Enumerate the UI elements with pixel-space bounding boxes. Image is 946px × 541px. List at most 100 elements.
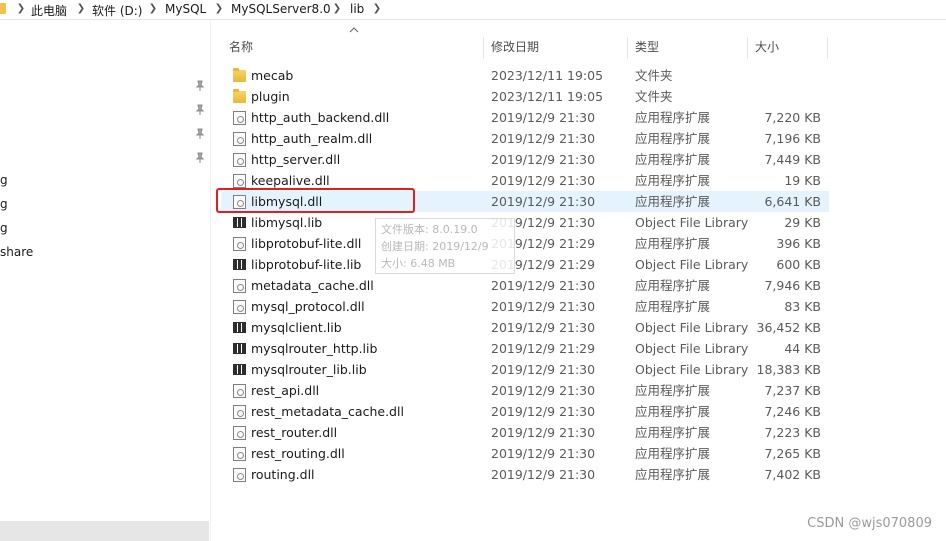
nav-item[interactable]: share bbox=[0, 245, 33, 259]
chevron-right-icon[interactable]: ❯ bbox=[372, 3, 382, 15]
dll-file-icon bbox=[233, 174, 246, 188]
file-date: 2019/12/9 21:30 bbox=[491, 131, 596, 146]
nav-item[interactable]: g bbox=[0, 221, 8, 235]
file-size: 29 KB bbox=[784, 215, 821, 230]
file-row[interactable]: mysqlrouter_http.lib 2019/12/9 21:29 Objec… bbox=[221, 338, 829, 359]
file-row[interactable]: libmysql.dll 2019/12/9 21:30 应用程序扩展 6,641 K… bbox=[221, 191, 829, 212]
lib-file-icon bbox=[233, 322, 246, 333]
dll-file-icon bbox=[233, 237, 246, 251]
file-date: 2019/12/9 21:30 bbox=[491, 425, 596, 440]
navigation-pane[interactable]: g g g share bbox=[0, 20, 211, 541]
file-type: Object File Library bbox=[635, 257, 749, 272]
file-row[interactable]: rest_router.dll 2019/12/9 21:30 应用程序扩展 7,22… bbox=[221, 422, 829, 443]
column-divider[interactable] bbox=[827, 37, 828, 59]
nav-item[interactable]: g bbox=[0, 197, 8, 211]
file-row[interactable]: http_server.dll 2019/12/9 21:30 应用程序扩展 7,44… bbox=[221, 149, 829, 170]
file-type: 应用程序扩展 bbox=[635, 152, 711, 167]
file-row[interactable]: rest_routing.dll 2019/12/9 21:30 应用程序扩展 7,2… bbox=[221, 443, 829, 464]
nav-selected-item[interactable] bbox=[0, 521, 209, 541]
nav-item[interactable]: g bbox=[0, 173, 8, 187]
file-date: 2019/12/9 21:30 bbox=[491, 173, 596, 188]
tooltip-version: 文件版本: 8.0.19.0 bbox=[381, 223, 478, 236]
breadcrumb-item-mysql[interactable]: MySQL bbox=[165, 2, 206, 16]
file-date: 2019/12/9 21:30 bbox=[491, 362, 596, 377]
file-type: 应用程序扩展 bbox=[635, 299, 711, 314]
pin-icon[interactable] bbox=[195, 104, 205, 116]
file-type: 应用程序扩展 bbox=[635, 278, 711, 293]
chevron-right-icon[interactable]: ❯ bbox=[214, 3, 224, 15]
file-size: 7,449 KB bbox=[764, 152, 821, 167]
file-type: Object File Library bbox=[635, 362, 749, 377]
file-size: 7,237 KB bbox=[764, 383, 821, 398]
file-type: 应用程序扩展 bbox=[635, 383, 711, 398]
file-size: 83 KB bbox=[784, 299, 821, 314]
file-size: 396 KB bbox=[776, 236, 821, 251]
file-type: 文件夹 bbox=[635, 89, 673, 104]
tooltip-size: 大小: 6.48 MB bbox=[381, 257, 456, 270]
address-bar[interactable]: ❯ 此电脑 ❯ 软件 (D:) ❯ MySQL ❯ MySQLServer8.0… bbox=[0, 0, 946, 20]
file-row[interactable]: routing.dll 2019/12/9 21:30 应用程序扩展 7,402 KB bbox=[221, 464, 829, 485]
file-date: 2019/12/9 21:30 bbox=[491, 194, 596, 209]
dll-file-icon bbox=[233, 153, 246, 167]
file-name: mysql_protocol.dll bbox=[251, 299, 365, 314]
file-type: 应用程序扩展 bbox=[635, 110, 711, 125]
file-type: 应用程序扩展 bbox=[635, 236, 711, 251]
file-name: mysqlrouter_http.lib bbox=[251, 341, 378, 356]
file-tooltip: 文件版本: 8.0.19.0 创建日期: 2019/12/9 大小: 6.48 … bbox=[375, 218, 515, 274]
file-name: rest_api.dll bbox=[251, 383, 320, 398]
file-size: 7,402 KB bbox=[764, 467, 821, 482]
pin-icon[interactable] bbox=[195, 128, 205, 140]
chevron-right-icon[interactable]: ❯ bbox=[332, 3, 342, 15]
file-name: metadata_cache.dll bbox=[251, 278, 374, 293]
dll-file-icon bbox=[233, 132, 246, 146]
file-type: Object File Library bbox=[635, 215, 749, 230]
file-row[interactable]: mysqlclient.lib 2019/12/9 21:30 Object Fil… bbox=[221, 317, 829, 338]
file-date: 2019/12/9 21:30 bbox=[491, 404, 596, 419]
file-date: 2019/12/9 21:30 bbox=[491, 110, 596, 125]
pin-icon[interactable] bbox=[195, 80, 205, 92]
file-name: plugin bbox=[251, 89, 290, 104]
file-row[interactable]: http_auth_backend.dll 2019/12/9 21:30 应用程序… bbox=[221, 107, 829, 128]
column-size[interactable]: 大小 bbox=[747, 33, 827, 61]
file-list: mecab 2023/12/11 19:05 文件夹 plugin 2023/12/11… bbox=[221, 65, 829, 485]
file-row[interactable]: plugin 2023/12/11 19:05 文件夹 bbox=[221, 86, 829, 107]
file-size: 600 KB bbox=[776, 257, 821, 272]
file-name: libprotobuf-lite.dll bbox=[251, 236, 362, 251]
file-date: 2019/12/9 21:30 bbox=[491, 467, 596, 482]
file-name: keepalive.dll bbox=[251, 173, 330, 188]
file-name: mysqlclient.lib bbox=[251, 320, 342, 335]
breadcrumb-item-drive-d[interactable]: 软件 (D:) bbox=[92, 2, 142, 19]
column-name[interactable]: 名称 bbox=[221, 33, 483, 61]
chevron-right-icon[interactable]: ❯ bbox=[76, 3, 86, 15]
file-row[interactable]: mysql_protocol.dll 2019/12/9 21:30 应用程序扩展 8… bbox=[221, 296, 829, 317]
column-date[interactable]: 修改日期 bbox=[483, 33, 627, 61]
file-row[interactable]: metadata_cache.dll 2019/12/9 21:30 应用程序扩展 7… bbox=[221, 275, 829, 296]
file-row[interactable]: libprotobuf-lite.lib 2019/12/9 21:29 Objec… bbox=[221, 254, 829, 275]
file-date: 2019/12/9 21:30 bbox=[491, 320, 596, 335]
file-name: routing.dll bbox=[251, 467, 315, 482]
file-name: libmysql.lib bbox=[251, 215, 323, 230]
file-row[interactable]: libprotobuf-lite.dll 2019/12/9 21:29 应用程序扩… bbox=[221, 233, 829, 254]
breadcrumb-item-this-pc[interactable]: 此电脑 bbox=[31, 2, 67, 19]
chevron-right-icon[interactable]: ❯ bbox=[16, 3, 26, 15]
file-row[interactable]: rest_api.dll 2019/12/9 21:30 应用程序扩展 7,237 K… bbox=[221, 380, 829, 401]
file-name: rest_routing.dll bbox=[251, 446, 345, 461]
file-name: libprotobuf-lite.lib bbox=[251, 257, 362, 272]
column-type[interactable]: 类型 bbox=[627, 33, 747, 61]
breadcrumb-item-mysqlserver[interactable]: MySQLServer8.0 bbox=[231, 2, 331, 16]
file-type: 应用程序扩展 bbox=[635, 173, 711, 188]
file-row[interactable]: mysqlrouter_lib.lib 2019/12/9 21:30 Object… bbox=[221, 359, 829, 380]
file-size: 7,223 KB bbox=[764, 425, 821, 440]
file-row[interactable]: libmysql.lib 2019/12/9 21:30 Object File L… bbox=[221, 212, 829, 233]
file-row[interactable]: mecab 2023/12/11 19:05 文件夹 bbox=[221, 65, 829, 86]
file-size: 7,220 KB bbox=[764, 110, 821, 125]
dll-file-icon bbox=[233, 279, 246, 293]
dll-file-icon bbox=[233, 111, 246, 125]
file-row[interactable]: keepalive.dll 2019/12/9 21:30 应用程序扩展 19 KB bbox=[221, 170, 829, 191]
file-row[interactable]: rest_metadata_cache.dll 2019/12/9 21:30 应用… bbox=[221, 401, 829, 422]
chevron-right-icon[interactable]: ❯ bbox=[148, 3, 158, 15]
pin-icon[interactable] bbox=[195, 152, 205, 164]
breadcrumb-item-lib[interactable]: lib bbox=[350, 2, 364, 16]
file-name: rest_metadata_cache.dll bbox=[251, 404, 404, 419]
file-row[interactable]: http_auth_realm.dll 2019/12/9 21:30 应用程序扩展… bbox=[221, 128, 829, 149]
